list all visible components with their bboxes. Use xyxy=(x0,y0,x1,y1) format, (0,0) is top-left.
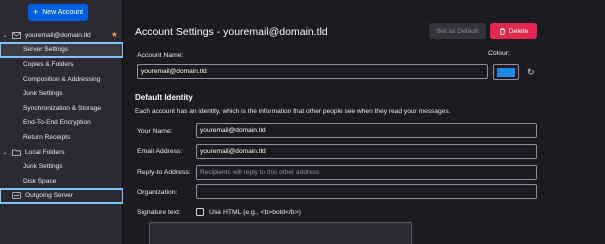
tree-item-label: Server Settings xyxy=(23,46,69,54)
outgoing-server-label: Outgoing Server xyxy=(25,192,74,200)
trash-icon xyxy=(499,27,505,35)
identity-description: Each account has an identity, which is t… xyxy=(135,108,451,115)
chevron-down-icon[interactable]: ⌄ xyxy=(1,149,9,156)
reply-to-input[interactable]: Recipients will reply to this other addr… xyxy=(196,165,537,180)
tree-item-label: Return Receipts xyxy=(23,133,71,141)
signature-text-label: Signature text: xyxy=(137,209,181,216)
page-title: Account Settings - youremail@domain.tld xyxy=(135,26,328,38)
tree-item-label: Junk Settings xyxy=(23,90,63,98)
default-identity-heading: Default Identity xyxy=(135,93,193,102)
set-as-default-button[interactable]: Set as Default xyxy=(429,23,486,39)
local-folders-row[interactable]: ⌄ Local Folders xyxy=(0,145,123,160)
new-account-label: New Account xyxy=(42,9,84,16)
folder-icon xyxy=(11,149,21,156)
account-name-label: youremail@domain.tld xyxy=(25,31,91,39)
organization-label: Organization: xyxy=(137,189,178,196)
tree-item-synchronization[interactable]: Synchronization & Storage xyxy=(0,101,123,116)
colour-picker[interactable] xyxy=(493,64,519,80)
plus-icon: + xyxy=(32,7,39,17)
tree-item-composition[interactable]: Composition & Addressing xyxy=(0,72,123,87)
tree-item-copies-folders[interactable]: Copies & Folders xyxy=(0,57,123,72)
tree-item-local-junk-settings[interactable]: Junk Settings xyxy=(0,159,123,174)
signature-textarea[interactable] xyxy=(149,222,412,244)
tree-item-return-receipts[interactable]: Return Receipts xyxy=(0,130,123,145)
tree-item-label: Synchronization & Storage xyxy=(23,104,102,112)
local-folders-label: Local Folders xyxy=(25,148,65,156)
tree-item-label: End-To-End Encryption xyxy=(23,119,91,127)
new-account-button[interactable]: + New Account xyxy=(28,4,88,21)
reply-to-label: Reply-to Address: xyxy=(137,169,191,176)
default-account-star-icon: ★ xyxy=(110,30,118,39)
mail-account-icon xyxy=(11,31,21,39)
reset-colour-icon[interactable]: ↻ xyxy=(527,67,535,78)
your-name-input[interactable]: youremail@domain.tld xyxy=(196,123,537,138)
use-html-checkbox[interactable] xyxy=(196,208,204,216)
email-address-input[interactable]: youremail@domain.tld xyxy=(196,144,537,159)
tree-item-junk-settings[interactable]: Junk Settings xyxy=(0,86,123,101)
account-name-label: Account Name: xyxy=(137,52,184,59)
outgoing-server-row[interactable]: Outgoing Server xyxy=(0,187,124,205)
tree-item-server-settings[interactable]: Server Settings xyxy=(0,41,124,59)
outgoing-server-icon xyxy=(11,192,21,200)
colour-fill xyxy=(497,67,515,77)
your-name-label: Your Name: xyxy=(137,128,173,135)
tree-item-label: Copies & Folders xyxy=(23,60,74,68)
email-address-label: Email Address: xyxy=(137,148,183,155)
account-settings-panel: Account Settings - youremail@domain.tld … xyxy=(123,0,605,244)
colour-label: Colour: xyxy=(488,50,510,57)
account-tree: ⌄ youremail@domain.tld ★ Server Settings… xyxy=(0,28,124,205)
delete-account-button[interactable]: Delete xyxy=(490,23,537,39)
tree-item-label: Junk Settings xyxy=(23,163,63,171)
tree-item-label: Disk Space xyxy=(23,177,57,185)
account-row[interactable]: ⌄ youremail@domain.tld ★ xyxy=(0,28,123,43)
delete-label: Delete xyxy=(508,27,529,35)
account-name-input[interactable]: youremail@domain.tld xyxy=(137,64,488,79)
chevron-down-icon[interactable]: ⌄ xyxy=(1,32,9,39)
use-html-label: Use HTML (e.g., <b>bold</b>) xyxy=(209,209,301,216)
tree-item-encryption[interactable]: End-To-End Encryption xyxy=(0,116,123,131)
tree-item-label: Composition & Addressing xyxy=(23,75,101,83)
account-sidebar: + New Account ⌄ youremail@domain.tld ★ S… xyxy=(0,0,124,244)
organization-input[interactable] xyxy=(196,184,537,199)
tree-item-disk-space[interactable]: Disk Space xyxy=(0,174,123,189)
